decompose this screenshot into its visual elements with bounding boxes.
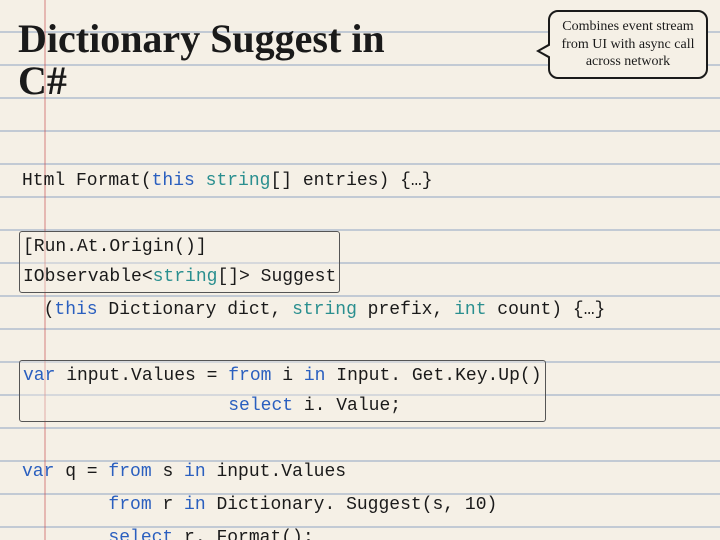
t: in — [304, 366, 326, 386]
t — [22, 528, 108, 540]
box-input-values: var input.Values = from i in Input. Get.… — [19, 360, 546, 422]
t: Input. Get.Key.Up() — [325, 366, 541, 386]
t: string — [292, 300, 357, 320]
t: this — [152, 171, 195, 191]
code-line-7: var q = from s in input.Values — [22, 462, 346, 482]
t: from — [108, 495, 151, 515]
t: var — [23, 366, 55, 386]
code-line-9: select r. Format(); — [22, 528, 314, 540]
t: s — [152, 462, 184, 482]
t: [] entries) {…} — [270, 171, 432, 191]
t: input.Values — [206, 462, 346, 482]
t: input.Values = — [55, 366, 228, 386]
t: q = — [54, 462, 108, 482]
code-line-5: var input.Values = from i in Input. Get.… — [23, 366, 542, 386]
slide-title: Dictionary Suggest in C# — [18, 18, 398, 102]
t: var — [22, 462, 54, 482]
t — [22, 495, 108, 515]
t: select — [228, 396, 293, 416]
t: string — [153, 267, 218, 287]
t: this — [54, 300, 97, 320]
t: Dictionary dict, — [98, 300, 292, 320]
slide-content: Dictionary Suggest in C# Combines event … — [0, 0, 720, 540]
code-line-6: select i. Value; — [23, 396, 401, 416]
code-block: Html Format(this string[] entries) {…} [… — [18, 132, 702, 540]
t: Html Format( — [22, 171, 152, 191]
code-line-2: [Run.At.Origin()] — [23, 237, 207, 257]
t: r. Format(); — [173, 528, 313, 540]
t: Dictionary. Suggest(s, 10) — [206, 495, 498, 515]
t: string — [206, 171, 271, 191]
t: int — [454, 300, 486, 320]
t: ( — [22, 300, 54, 320]
t — [195, 171, 206, 191]
code-line-1: Html Format(this string[] entries) {…} — [22, 171, 433, 191]
t: from — [228, 366, 271, 386]
t: select — [108, 528, 173, 540]
t: prefix, — [357, 300, 454, 320]
box-run-at-origin: [Run.At.Origin()] IObservable<string[]> … — [19, 231, 340, 293]
code-line-3: IObservable<string[]> Suggest — [23, 267, 336, 287]
t — [23, 396, 228, 416]
t: i. Value; — [293, 396, 401, 416]
t: count) {…} — [487, 300, 606, 320]
t: r — [152, 495, 184, 515]
t: in — [184, 495, 206, 515]
t: IObservable< — [23, 267, 153, 287]
t: []> Suggest — [217, 267, 336, 287]
t: from — [108, 462, 151, 482]
t: in — [184, 462, 206, 482]
t: i — [271, 366, 303, 386]
callout-bubble: Combines event stream from UI with async… — [548, 10, 708, 79]
code-line-8: from r in Dictionary. Suggest(s, 10) — [22, 495, 497, 515]
code-line-4: (this Dictionary dict, string prefix, in… — [22, 300, 605, 320]
